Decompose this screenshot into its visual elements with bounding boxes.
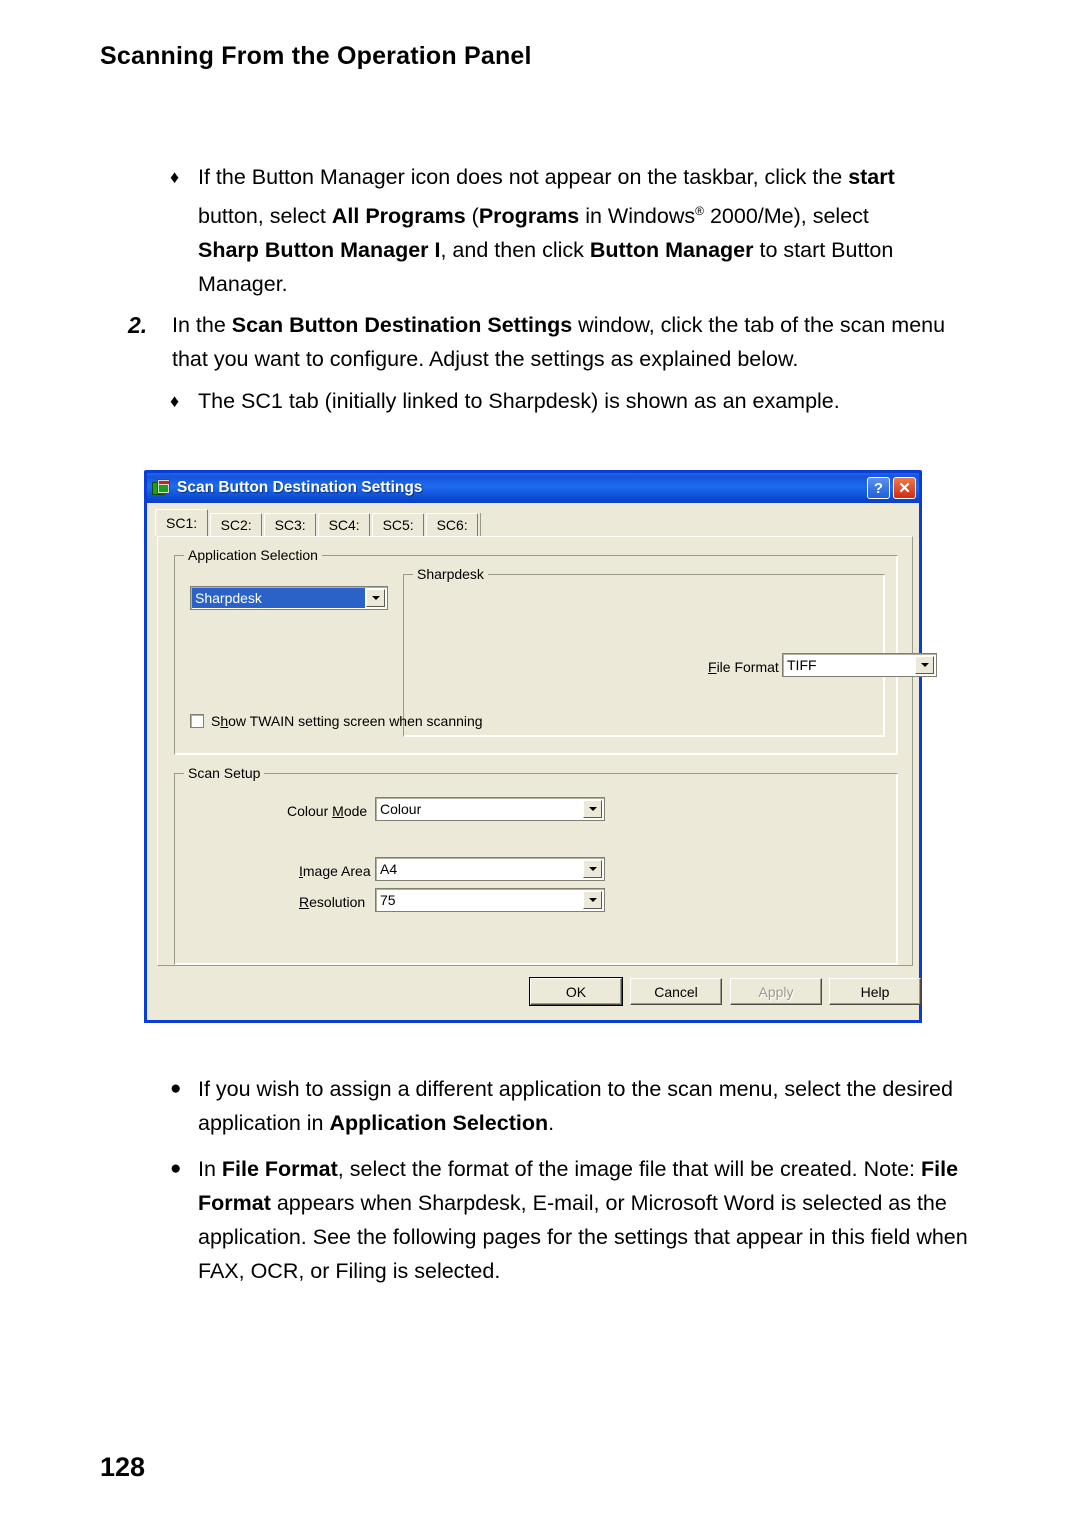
file-format-value: TIFF bbox=[787, 657, 817, 673]
bullet1-start-bold: start bbox=[848, 165, 895, 189]
resolution-combo[interactable]: 75 bbox=[375, 888, 605, 912]
show-twain-label: Show TWAIN setting screen when scanning bbox=[211, 713, 483, 729]
bullet1-line3-b: , and then click bbox=[440, 238, 590, 263]
scan-setup-group: Scan Setup Colour Mode Colour Image Area… bbox=[174, 765, 898, 965]
bullet2-text: The SC1 tab (initially linked to Sharpde… bbox=[198, 389, 840, 413]
colour-mode-combo[interactable]: Colour bbox=[375, 797, 605, 821]
show-twain-checkbox-row[interactable]: Show TWAIN setting screen when scanning bbox=[190, 713, 483, 729]
bullet3-a: If you wish to assign a different applic… bbox=[198, 1077, 953, 1135]
bullet1-line2-c: ( bbox=[465, 204, 479, 229]
image-area-label: Image Area bbox=[299, 863, 371, 879]
step-number: 2. bbox=[128, 312, 148, 338]
bullet-item: ● In File Format, select the format of t… bbox=[170, 1152, 970, 1288]
chevron-down-icon[interactable] bbox=[366, 589, 385, 607]
step-2-block: 2. In the Scan Button Destination Settin… bbox=[128, 308, 968, 376]
chevron-down-icon[interactable] bbox=[915, 656, 934, 674]
registered-mark: ® bbox=[695, 204, 704, 218]
sharpdesk-group-label: Sharpdesk bbox=[413, 566, 488, 582]
file-format-combo[interactable]: TIFF bbox=[782, 653, 937, 677]
tab-sc6[interactable]: SC6: bbox=[426, 513, 479, 536]
round-bullet-icon: ● bbox=[170, 1078, 182, 1099]
dialog-titlebar[interactable]: Scan Button Destination Settings ? ✕ bbox=[147, 473, 919, 503]
show-twain-checkbox[interactable] bbox=[190, 714, 204, 728]
scan-button-destination-settings-dialog: Scan Button Destination Settings ? ✕ SC1… bbox=[144, 470, 937, 1023]
application-combo-value: Sharpdesk bbox=[192, 588, 365, 608]
colour-mode-label: Colour Mode bbox=[287, 803, 368, 819]
bullet3-text: If you wish to assign a different applic… bbox=[198, 1072, 960, 1140]
bullet4-note-c: appears when Sharpdesk, E-mail, or Micro… bbox=[198, 1191, 968, 1283]
help-button[interactable]: Help bbox=[829, 978, 921, 1005]
bullet-item: ♦ If the Button Manager icon does not ap… bbox=[170, 160, 970, 301]
bullet4-text: In File Format, select the format of the… bbox=[198, 1152, 970, 1288]
bullet-block-2: ♦ The SC1 tab (initially linked to Sharp… bbox=[170, 384, 980, 418]
numbered-step: 2. In the Scan Button Destination Settin… bbox=[128, 308, 968, 376]
bullet-item: ● If you wish to assign a different appl… bbox=[170, 1072, 960, 1140]
tab-sc1[interactable]: SC1: bbox=[155, 509, 209, 536]
bullet1-line2-f: 2000/Me), select bbox=[703, 204, 869, 229]
bullet1-line4: Manager. bbox=[198, 272, 288, 297]
scan-setup-group-label: Scan Setup bbox=[184, 765, 265, 781]
bullet1-allprograms-bold: All Programs bbox=[331, 204, 466, 229]
page-title: Scanning From the Operation Panel bbox=[100, 42, 532, 70]
help-icon-button[interactable]: ? bbox=[867, 477, 890, 499]
diamond-bullet-icon: ♦ bbox=[170, 391, 180, 411]
bullet1-programs-bold: Programs bbox=[478, 204, 580, 229]
bullet1-line3-d: to start Button bbox=[753, 238, 894, 263]
chevron-down-icon[interactable] bbox=[583, 800, 602, 818]
application-icon bbox=[152, 478, 171, 498]
tab-strip-filler bbox=[480, 513, 913, 536]
bullet1-buttonmanager-bold: Button Manager bbox=[589, 238, 754, 263]
tab-sc2[interactable]: SC2: bbox=[210, 513, 263, 536]
resolution-label: Resolution bbox=[299, 894, 366, 910]
bullet1-line1-a: If the Button Manager icon does not appe… bbox=[198, 165, 849, 189]
bullet4-note-a: Note: bbox=[863, 1157, 921, 1181]
chevron-down-icon[interactable] bbox=[583, 860, 602, 878]
application-selection-group-label: Application Selection bbox=[184, 547, 322, 563]
page-number: 128 bbox=[100, 1452, 146, 1482]
file-format-label: File Format bbox=[708, 659, 779, 675]
bullet-item: ♦ The SC1 tab (initially linked to Sharp… bbox=[170, 384, 980, 418]
round-bullet-icon: ● bbox=[170, 1158, 182, 1179]
step2-a: In the bbox=[172, 313, 232, 337]
tab-sc3[interactable]: SC3: bbox=[264, 513, 317, 536]
bullet3-app-selection-bold: Application Selection bbox=[329, 1111, 549, 1135]
bullet-text: If the Button Manager icon does not appe… bbox=[198, 160, 970, 301]
dialog-body: SC1: SC2: SC3: SC4: SC5: SC6: Applicatio… bbox=[147, 503, 937, 1020]
cancel-button[interactable]: Cancel bbox=[630, 978, 722, 1005]
step-text: In the Scan Button Destination Settings … bbox=[172, 308, 968, 376]
tab-sc4[interactable]: SC4: bbox=[318, 513, 371, 536]
diamond-bullet-icon: ♦ bbox=[170, 167, 180, 187]
tab-strip: SC1: SC2: SC3: SC4: SC5: SC6: bbox=[155, 509, 913, 536]
dialog-title: Scan Button Destination Settings bbox=[177, 479, 423, 496]
resolution-value: 75 bbox=[380, 892, 396, 908]
chevron-down-icon[interactable] bbox=[583, 891, 602, 909]
titlebar-buttons: ? ✕ bbox=[867, 477, 916, 499]
apply-button: Apply bbox=[730, 978, 822, 1005]
ok-button[interactable]: OK bbox=[529, 977, 623, 1006]
bullet-block-3: ● If you wish to assign a different appl… bbox=[170, 1072, 960, 1140]
application-combo[interactable]: Sharpdesk bbox=[190, 586, 388, 610]
close-icon-button[interactable]: ✕ bbox=[893, 477, 916, 499]
tab-sc5[interactable]: SC5: bbox=[372, 513, 425, 536]
step2-dialog-name-bold: Scan Button Destination Settings bbox=[231, 313, 573, 337]
colour-mode-value: Colour bbox=[380, 801, 422, 817]
bullet4-c: , select the format of the image file th… bbox=[337, 1157, 858, 1181]
bullet1-line2-e: in Windows bbox=[579, 204, 696, 229]
bullet4-a: In bbox=[198, 1157, 222, 1181]
bullet1-sharpbm-bold: Sharp Button Manager I bbox=[198, 238, 441, 263]
image-area-value: A4 bbox=[380, 861, 398, 877]
bullet3-c: . bbox=[548, 1111, 555, 1135]
tab-page-sc1: Application Selection Sharpdesk Sharpdes… bbox=[157, 536, 937, 966]
bullet-block-4: ● In File Format, select the format of t… bbox=[170, 1152, 970, 1288]
bullet-block-1: ♦ If the Button Manager icon does not ap… bbox=[170, 160, 970, 301]
dialog-button-row: OK Cancel Apply Help bbox=[157, 977, 921, 1008]
application-selection-group: Application Selection Sharpdesk Sharpdes… bbox=[174, 547, 937, 755]
image-area-combo[interactable]: A4 bbox=[375, 857, 605, 881]
bullet1-line2-a: button, select bbox=[198, 204, 332, 229]
bullet4-fileformat-bold: File Format bbox=[221, 1157, 338, 1181]
